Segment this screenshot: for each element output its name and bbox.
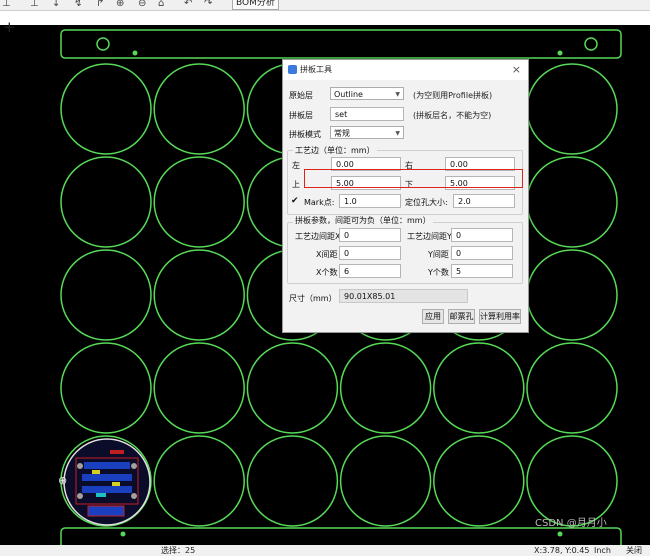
- hole-size-label: 定位孔大小:: [405, 198, 448, 207]
- edge-bottom-input[interactable]: [445, 176, 515, 190]
- source-layer-label: 原始层: [289, 91, 313, 100]
- mark-point: [132, 50, 138, 56]
- board-outline[interactable]: [526, 342, 618, 434]
- x-count-input[interactable]: [339, 264, 401, 278]
- process-edge-top: [60, 29, 622, 59]
- y-count-label: Y个数: [428, 268, 449, 277]
- edge-top-label: 上: [292, 180, 300, 189]
- populated-board: [63, 438, 151, 526]
- board-outline[interactable]: [339, 435, 432, 527]
- selection-count: 选择：25: [161, 546, 196, 555]
- board-outline[interactable]: [526, 435, 618, 527]
- rotate-icon[interactable]: ↱: [96, 0, 104, 9]
- watermark: CSDN @月月小: [535, 518, 607, 529]
- board-outline[interactable]: [339, 342, 432, 434]
- board-outline[interactable]: [60, 342, 152, 434]
- mark-point: [557, 50, 563, 56]
- mark-point: [557, 531, 563, 537]
- board-outline[interactable]: [246, 342, 339, 434]
- panel-layer-input[interactable]: [330, 107, 404, 121]
- dialog-titlebar[interactable]: 拼板工具 ×: [283, 60, 528, 80]
- edge-left-input[interactable]: [331, 157, 401, 171]
- edge-left-label: 左: [292, 161, 300, 170]
- bom-analysis-button[interactable]: BOM分析: [232, 0, 279, 10]
- edge-bottom-label: 下: [405, 180, 413, 189]
- source-layer-select[interactable]: Outline ▼: [330, 87, 404, 100]
- panel-layer-hint: (拼板层名，不能为空): [413, 111, 492, 120]
- undo-icon[interactable]: ↶: [184, 0, 192, 9]
- board-outline[interactable]: [60, 156, 152, 248]
- calc-utilization-button[interactable]: 计算利用率: [479, 309, 521, 324]
- source-layer-hint: (为空则用Profile拼板): [413, 91, 493, 100]
- board-outline[interactable]: [526, 156, 618, 248]
- crosshair-icon: ⊕: [58, 474, 67, 487]
- board-outline[interactable]: [60, 63, 152, 155]
- edge-gap-y-input[interactable]: [451, 228, 513, 242]
- panel-mode-label: 拼板模式: [289, 130, 321, 139]
- board-outline[interactable]: [153, 249, 245, 341]
- process-edge-title: 工艺边（单位：mm）: [293, 145, 377, 156]
- mark-label: Mark点:: [304, 198, 335, 207]
- size-label: 尺寸（mm）: [289, 294, 337, 303]
- panel-mode-value: 常规: [334, 129, 350, 138]
- unit-toggle[interactable]: Inch: [594, 545, 611, 556]
- mark-checkbox-icon[interactable]: ✔: [291, 197, 300, 206]
- statusbar: 选择：25 X:3.78, Y:0.45 Inch 关闭: [0, 545, 650, 556]
- board-outline[interactable]: [433, 342, 525, 434]
- chevron-down-icon: ▼: [395, 130, 400, 137]
- panelize-dialog: 拼板工具 × 原始层 Outline ▼ (为空则用Profile拼板) 拼板层…: [282, 59, 529, 333]
- board-outline[interactable]: [433, 435, 525, 527]
- board-outline[interactable]: [153, 435, 245, 527]
- process-edge-bottom: [60, 527, 622, 545]
- tooling-hole: [96, 37, 110, 51]
- zoom-in-icon[interactable]: ⊕: [116, 0, 124, 9]
- align-bottom-icon[interactable]: ⊥: [30, 0, 39, 9]
- panel-params-title: 拼板参数，间距可为负（单位：mm）: [293, 215, 433, 226]
- panel-layer-label: 拼板层: [289, 111, 313, 120]
- close-icon[interactable]: ×: [512, 63, 521, 76]
- board-outline[interactable]: [153, 156, 245, 248]
- app-icon: [288, 65, 297, 74]
- mark-input[interactable]: [339, 194, 401, 208]
- source-layer-value: Outline: [334, 90, 363, 99]
- hole-size-input[interactable]: [453, 194, 515, 208]
- edge-gap-y-label: 工艺边间距Y: [407, 232, 452, 241]
- stamp-hole-button[interactable]: 邮票孔: [448, 309, 475, 324]
- toolbar: ⊥ ⊥ ↓ ↯ ↱ ⊕ ⊖ ⌂ ↶ ↷ BOM分析: [0, 0, 650, 11]
- board-outline[interactable]: [526, 63, 618, 155]
- align-right-icon[interactable]: ↓: [52, 0, 60, 9]
- align-left-icon[interactable]: ⊥: [2, 0, 11, 9]
- edge-right-label: 右: [405, 161, 413, 170]
- y-gap-input[interactable]: [451, 246, 513, 260]
- size-readout: [339, 289, 468, 303]
- edge-gap-x-input[interactable]: [339, 228, 401, 242]
- y-count-input[interactable]: [451, 264, 513, 278]
- apply-button[interactable]: 应用: [422, 309, 444, 324]
- x-gap-input[interactable]: [339, 246, 401, 260]
- x-count-label: X个数: [316, 268, 338, 277]
- edge-top-input[interactable]: [331, 176, 401, 190]
- edge-gap-x-label: 工艺边间距X: [295, 232, 341, 241]
- dialog-title: 拼板工具: [300, 65, 332, 74]
- board-outline[interactable]: [153, 342, 245, 434]
- cursor-coords: X:3.78, Y:0.45: [534, 546, 590, 555]
- zoom-out-icon[interactable]: ⊖: [138, 0, 146, 9]
- board-outline[interactable]: [153, 63, 245, 155]
- tooling-hole: [584, 37, 598, 51]
- board-outline[interactable]: [246, 435, 339, 527]
- y-gap-label: Y间距: [428, 250, 449, 259]
- panel-mode-select[interactable]: 常规 ▼: [330, 126, 404, 139]
- sub-toolbar: +: [0, 11, 650, 35]
- redo-icon[interactable]: ↷: [204, 0, 212, 9]
- close-status[interactable]: 关闭: [626, 545, 642, 556]
- board-outline[interactable]: [526, 249, 618, 341]
- home-icon[interactable]: ⌂: [158, 0, 164, 9]
- board-outline[interactable]: [60, 249, 152, 341]
- chevron-down-icon: ▼: [395, 91, 400, 98]
- edge-right-input[interactable]: [445, 157, 515, 171]
- flip-icon[interactable]: ↯: [74, 0, 82, 9]
- x-gap-label: X间距: [316, 250, 338, 259]
- mark-point: [120, 531, 126, 537]
